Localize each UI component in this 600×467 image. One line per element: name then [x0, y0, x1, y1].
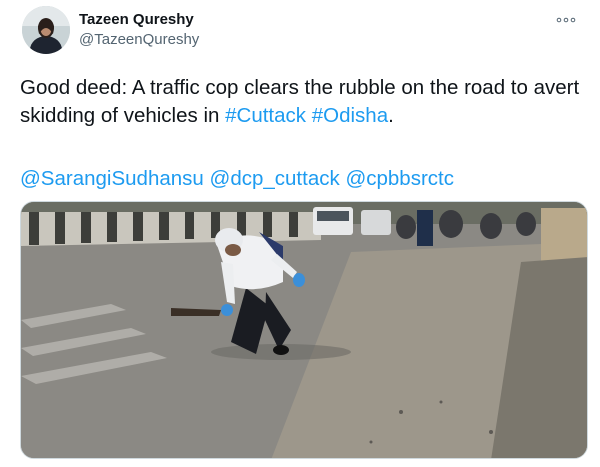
media-video-thumbnail[interactable] [20, 201, 588, 459]
mention-sarangisudhansu-link[interactable]: @SarangiSudhansu [20, 167, 204, 190]
tweet-text: Good deed: A traffic cop clears the rubb… [20, 74, 580, 130]
more-options-icon[interactable] [554, 8, 578, 32]
hashtag-cuttack-link[interactable]: #Cuttack [225, 104, 306, 127]
mentions-line: @SarangiSudhansu @dcp_cuttack @cpbbsrctc [20, 165, 454, 193]
user-handle[interactable]: @TazeenQureshy [79, 31, 199, 48]
sentence-period: . [388, 104, 394, 127]
mention-dcp-cuttack-link[interactable]: @dcp_cuttack [210, 167, 340, 190]
mention-cpbbsrctc-link[interactable]: @cpbbsrctc [345, 167, 454, 190]
display-name[interactable]: Tazeen Qureshy [79, 11, 194, 28]
hashtag-odisha-link[interactable]: #Odisha [312, 104, 388, 127]
avatar[interactable] [22, 6, 70, 54]
